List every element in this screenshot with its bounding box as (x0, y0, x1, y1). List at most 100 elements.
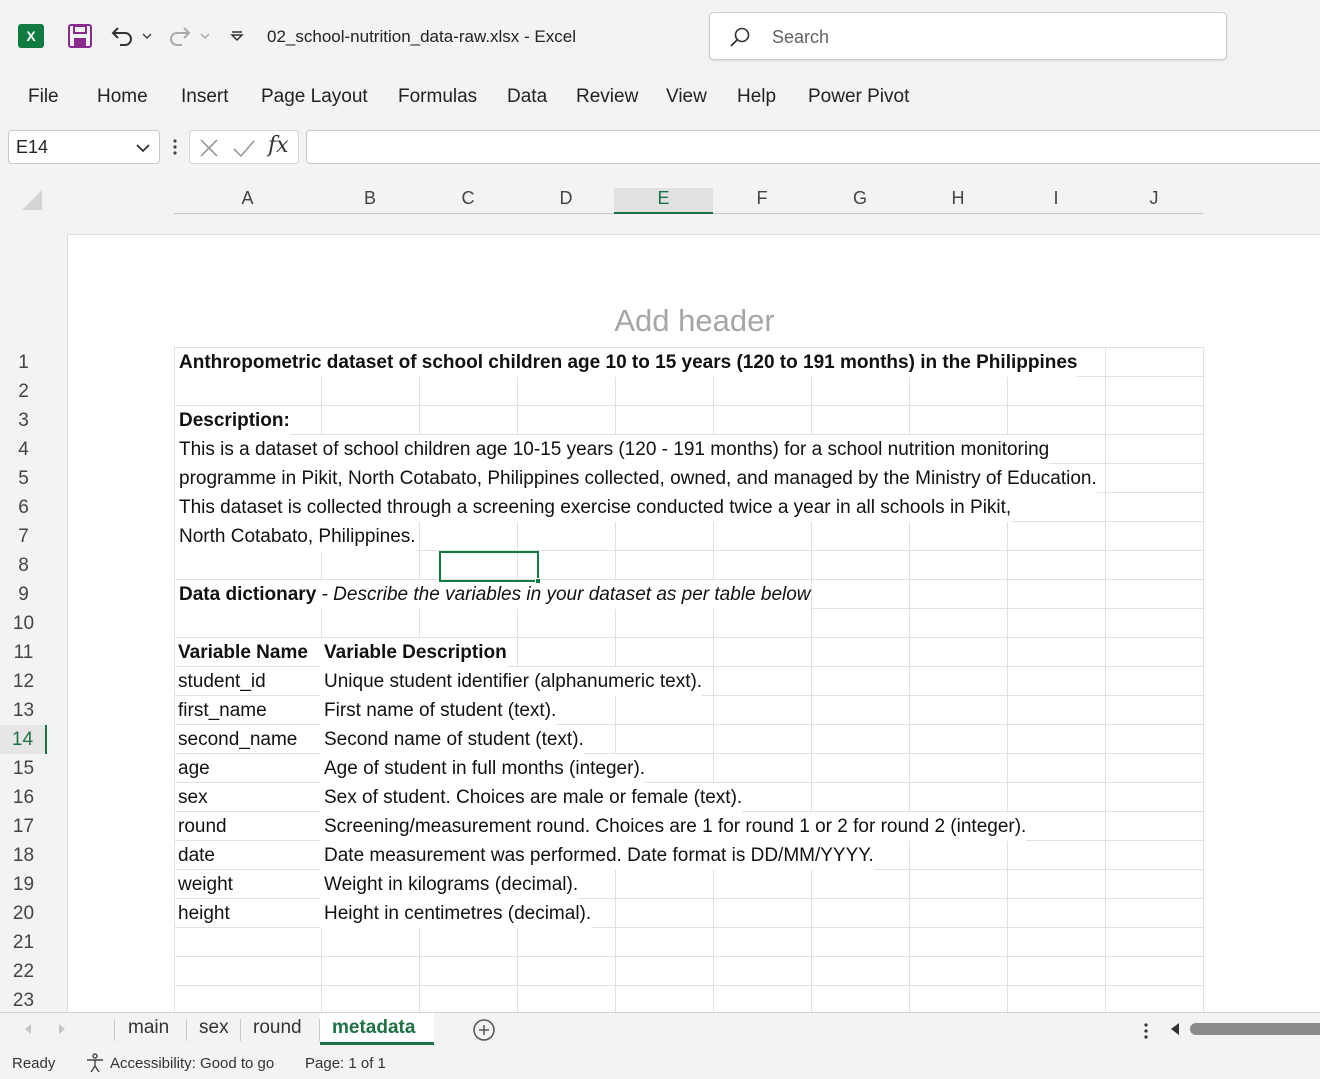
row-header-12[interactable]: 12 (0, 667, 47, 696)
variable-description-cell[interactable]: Unique student identifier (alphanumeric … (320, 667, 703, 696)
tab-formulas[interactable]: Formulas (398, 86, 477, 108)
row-header-2[interactable]: 2 (0, 377, 47, 406)
sheet-tab-main[interactable]: main (128, 1017, 169, 1039)
variable-description-cell[interactable]: Sex of student. Choices are male or fema… (320, 783, 743, 812)
name-box[interactable]: E14 (8, 130, 160, 164)
variable-name-cell[interactable]: second_name (174, 725, 297, 754)
cell-a9-dictionary[interactable]: Data dictionary - Describe the variables… (175, 580, 811, 609)
cell-a6-description[interactable]: This dataset is collected through a scre… (175, 493, 1012, 522)
sheet-tab-metadata[interactable]: metadata (320, 1013, 434, 1045)
row-header-21[interactable]: 21 (0, 928, 47, 957)
fill-handle[interactable] (535, 578, 541, 584)
status-accessibility[interactable]: Accessibility: Good to go (110, 1055, 274, 1072)
row-header-6[interactable]: 6 (0, 493, 47, 522)
cell-a4-description[interactable]: This is a dataset of school children age… (175, 435, 1050, 464)
tab-insert[interactable]: Insert (181, 86, 229, 108)
horizontal-scrollbar[interactable] (1190, 1023, 1320, 1035)
save-icon[interactable] (66, 22, 94, 50)
row-header-9[interactable]: 9 (0, 580, 47, 609)
column-header-a[interactable]: A (174, 188, 321, 214)
column-header-e[interactable]: E (614, 188, 713, 214)
selected-cell-e14[interactable] (439, 551, 541, 584)
column-header-c[interactable]: C (419, 188, 517, 214)
row-header-18[interactable]: 18 (0, 841, 47, 870)
tab-home[interactable]: Home (97, 86, 148, 108)
cell-range[interactable]: Anthropometric dataset of school childre… (174, 347, 1204, 1012)
column-header-b[interactable]: B (321, 188, 419, 214)
variable-name-cell[interactable]: student_id (174, 667, 266, 696)
scroll-left-icon[interactable] (1168, 1021, 1182, 1037)
tab-page-layout[interactable]: Page Layout (261, 86, 368, 108)
row-header-13[interactable]: 13 (0, 696, 47, 725)
cell-a5-description[interactable]: programme in Pikit, North Cotabato, Phil… (175, 464, 1097, 493)
variable-description-cell[interactable]: Date measurement was performed. Date for… (320, 841, 874, 870)
variable-name-cell[interactable]: weight (174, 870, 233, 899)
row-header-14[interactable]: 14 (0, 725, 47, 754)
add-header-placeholder[interactable]: Add header (68, 303, 1320, 339)
select-all-button[interactable] (22, 190, 42, 210)
undo-icon[interactable] (108, 22, 136, 50)
variable-description-cell[interactable]: Second name of student (text). (320, 725, 584, 754)
variable-name-cell[interactable]: date (174, 841, 215, 870)
chevron-down-icon[interactable] (135, 141, 151, 153)
row-header-20[interactable]: 20 (0, 899, 47, 928)
redo-dropdown-icon[interactable] (198, 26, 212, 46)
tab-view[interactable]: View (666, 86, 707, 108)
cell-a11-header[interactable]: Variable Name (174, 638, 308, 667)
variable-name-cell[interactable]: height (174, 899, 230, 928)
row-header-4[interactable]: 4 (0, 435, 47, 464)
variable-description-cell[interactable]: Height in centimetres (decimal). (320, 899, 592, 928)
column-header-g[interactable]: G (811, 188, 909, 214)
row-header-5[interactable]: 5 (0, 464, 47, 493)
sheet-tab-round[interactable]: round (253, 1017, 302, 1039)
accessibility-icon[interactable] (84, 1052, 106, 1074)
row-header-1[interactable]: 1 (0, 348, 47, 377)
column-header-j[interactable]: J (1105, 188, 1203, 214)
variable-description-cell[interactable]: Screening/measurement round. Choices are… (320, 812, 1027, 841)
tab-help[interactable]: Help (737, 86, 776, 108)
variable-name-cell[interactable]: sex (174, 783, 208, 812)
row-header-7[interactable]: 7 (0, 522, 47, 551)
row-header-10[interactable]: 10 (0, 609, 47, 638)
tab-power-pivot[interactable]: Power Pivot (808, 86, 909, 108)
more-options-icon[interactable] (168, 132, 182, 162)
sheet-tab-sex[interactable]: sex (199, 1017, 229, 1039)
add-sheet-icon[interactable] (472, 1018, 496, 1042)
row-header-22[interactable]: 22 (0, 957, 47, 986)
variable-description-cell[interactable]: Age of student in full months (integer). (320, 754, 646, 783)
cell-a1-title[interactable]: Anthropometric dataset of school childre… (175, 348, 1078, 377)
row-header-23[interactable]: 23 (0, 986, 47, 1012)
row-header-16[interactable]: 16 (0, 783, 47, 812)
cancel-icon[interactable] (198, 137, 220, 159)
redo-icon[interactable] (166, 22, 194, 50)
tab-data[interactable]: Data (507, 86, 547, 108)
customize-toolbar-icon[interactable] (228, 26, 246, 46)
variable-description-cell[interactable]: First name of student (text). (320, 696, 557, 725)
variable-name-cell[interactable]: age (174, 754, 210, 783)
row-header-8[interactable]: 8 (0, 551, 47, 580)
cell-b11-header[interactable]: Variable Description (320, 638, 507, 667)
column-header-h[interactable]: H (909, 188, 1007, 214)
row-header-3[interactable]: 3 (0, 406, 47, 435)
tab-review[interactable]: Review (576, 86, 638, 108)
variable-name-cell[interactable]: round (174, 812, 227, 841)
variable-description-cell[interactable]: Weight in kilograms (decimal). (320, 870, 579, 899)
scroll-tabs-right-icon[interactable] (54, 1021, 70, 1037)
row-header-17[interactable]: 17 (0, 812, 47, 841)
variable-name-cell[interactable]: first_name (174, 696, 267, 725)
formula-input[interactable] (306, 130, 1320, 164)
undo-dropdown-icon[interactable] (140, 26, 154, 46)
check-icon[interactable] (232, 137, 256, 159)
row-header-11[interactable]: 11 (0, 638, 47, 667)
row-header-15[interactable]: 15 (0, 754, 47, 783)
row-header-19[interactable]: 19 (0, 870, 47, 899)
scroll-tabs-left-icon[interactable] (20, 1021, 36, 1037)
search-input[interactable]: Search (709, 12, 1227, 60)
column-header-i[interactable]: I (1007, 188, 1105, 214)
more-options-icon[interactable] (1140, 1021, 1152, 1041)
cell-a7-description[interactable]: North Cotabato, Philippines. (175, 522, 416, 551)
tab-file[interactable]: File (28, 86, 59, 108)
column-header-f[interactable]: F (713, 188, 811, 214)
column-header-d[interactable]: D (517, 188, 615, 214)
cell-a3-description-label[interactable]: Description: (175, 406, 290, 435)
